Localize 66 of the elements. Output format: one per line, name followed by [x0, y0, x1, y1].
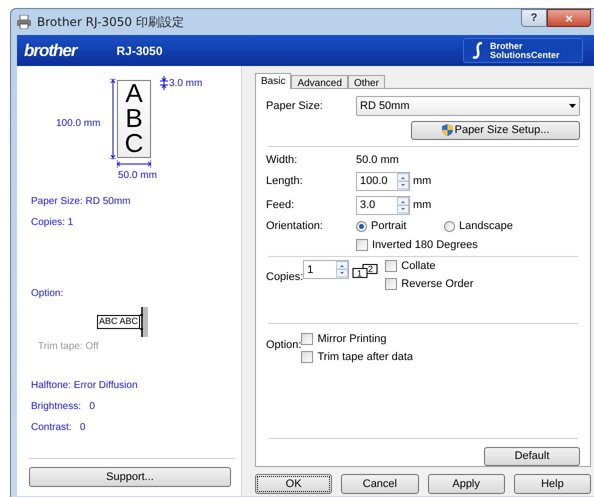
checkbox-label: Reverse Order [401, 277, 474, 292]
summary-text: Halftone: Error Diffusion [31, 379, 139, 393]
field-label: Length: [266, 174, 304, 190]
checkbox-label: Trim tape after data [317, 350, 414, 366]
dialog-button[interactable]: Cancel [341, 474, 418, 494]
dialog-button[interactable]: Help [514, 474, 591, 494]
height-dimension-icon [109, 79, 117, 159]
option-label: Option: [31, 287, 64, 301]
number-field[interactable]: 100.0 [356, 172, 410, 191]
field-label: Copies: [266, 271, 304, 284]
default-button[interactable]: Default [484, 447, 580, 466]
spin-arrows-icon[interactable] [397, 172, 409, 190]
spin-arrows-icon[interactable] [397, 197, 409, 214]
checkbox[interactable] [356, 239, 368, 252]
window-title: Brother RJ-3050 印刷設定 [37, 14, 184, 31]
width-label: 50.0 mm [118, 169, 157, 183]
field-label: Orientation: [266, 218, 324, 234]
checkbox-label: Collate [401, 259, 436, 274]
swirl-logo-icon [472, 42, 484, 60]
shield-icon [442, 124, 453, 136]
label-preview: A B C [117, 80, 151, 158]
width-value: 50.0 mm [356, 152, 399, 168]
radio-button[interactable] [356, 220, 367, 232]
solutions-center-button[interactable]: Brother SolutionsCenter [463, 38, 583, 63]
feed-dimension-icon [160, 76, 168, 90]
field-label: Feed: [266, 198, 296, 214]
summary-text: Contrast: 0 [31, 421, 86, 435]
help-button[interactable]: ? [521, 9, 547, 27]
number-field[interactable]: 1 [303, 260, 350, 280]
dialog-button[interactable]: Apply [428, 474, 505, 494]
checkbox-label: Inverted 180 Degrees [372, 238, 478, 254]
spin-arrows-icon[interactable] [336, 261, 348, 278]
unit-label: mm [413, 174, 432, 190]
cutter-icon [140, 307, 148, 337]
brand-logo: brother [24, 40, 76, 62]
feed-label: 3.0 mm [169, 77, 202, 91]
checkbox[interactable] [301, 351, 314, 364]
height-label: 100.0 mm [56, 117, 100, 131]
checkbox[interactable] [385, 260, 398, 272]
checkbox[interactable] [301, 333, 314, 346]
summary-text: Copies: 1 [31, 216, 74, 230]
field-label: Option: [266, 339, 302, 352]
radio-label: Landscape [459, 218, 513, 234]
tab[interactable]: Other [348, 75, 385, 89]
checkbox[interactable] [385, 278, 398, 290]
summary-text: Paper Size: RD 50mm [31, 195, 132, 209]
tape-preview: ABC ABC [97, 315, 140, 329]
model-name: RJ-3050 [116, 42, 163, 60]
tab[interactable]: Basic [255, 73, 292, 89]
dialog-button[interactable]: OK [255, 474, 332, 494]
support-button[interactable]: Support... [29, 467, 231, 488]
tab[interactable]: Advanced [291, 75, 348, 89]
radio-label: Portrait [371, 218, 406, 234]
field-label: Width: [266, 152, 298, 168]
dropdown-arrow-icon [569, 104, 576, 108]
unit-label: mm [413, 198, 432, 214]
paper-size-setup-button[interactable]: Paper Size Setup... [411, 121, 580, 140]
checkbox-label: Mirror Printing [317, 332, 387, 348]
field-label: Paper Size: [266, 98, 324, 114]
radio-button[interactable] [444, 220, 455, 232]
summary-text: Brightness: 0 [31, 400, 96, 414]
printer-icon [16, 15, 32, 29]
trim-tape-status: Trim tape: Off [38, 340, 100, 354]
paper-size-dropdown[interactable]: RD 50mm [356, 96, 580, 116]
number-field[interactable]: 3.0 [356, 196, 410, 216]
width-dimension-icon [117, 160, 151, 168]
